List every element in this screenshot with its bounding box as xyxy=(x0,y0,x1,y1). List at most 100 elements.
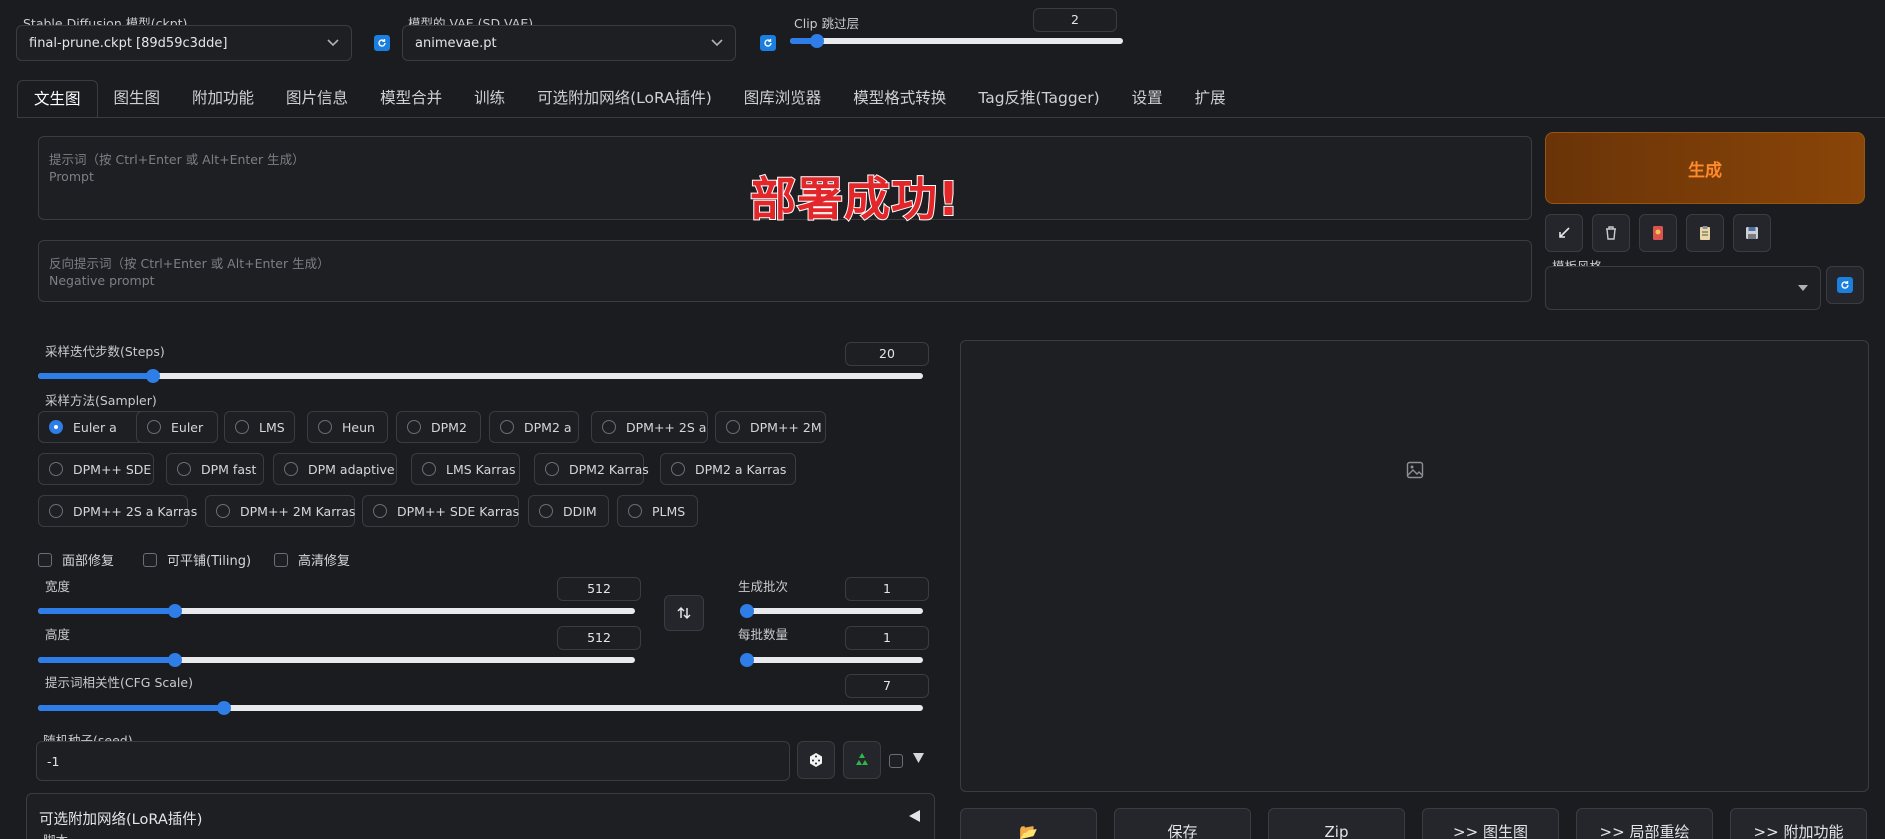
tab-9[interactable]: Tag反推(Tagger) xyxy=(962,80,1115,118)
tab-1[interactable]: 图生图 xyxy=(98,80,177,118)
tab-2[interactable]: 附加功能 xyxy=(176,80,270,118)
clip-skip-input[interactable]: 2 xyxy=(1033,8,1117,32)
refresh-style-button[interactable] xyxy=(1826,266,1864,304)
style-dropdown[interactable] xyxy=(1545,266,1821,310)
save-style-button[interactable] xyxy=(1733,214,1771,252)
radio-dot[interactable] xyxy=(147,420,161,434)
sampler-option[interactable]: LMS xyxy=(224,411,295,443)
radio-dot[interactable] xyxy=(49,504,63,518)
seed-input[interactable]: -1 xyxy=(36,741,790,781)
sampler-option[interactable]: DPM fast xyxy=(166,453,264,485)
sd-model-dropdown[interactable]: final-prune.ckpt [89d59c3dde] xyxy=(16,25,352,61)
tab-3[interactable]: 图片信息 xyxy=(270,80,364,118)
radio-dot[interactable] xyxy=(726,420,740,434)
sampler-option[interactable]: DPM++ SDE xyxy=(38,453,154,485)
open-folder-button[interactable]: 📂 xyxy=(960,808,1097,839)
send-to-img2img-button[interactable]: >> 图生图 xyxy=(1422,808,1559,839)
sampler-option[interactable]: DPM++ 2S a Karras xyxy=(38,495,197,527)
send-to-inpaint-label: >> 局部重绘 xyxy=(1599,823,1690,839)
refresh-model-icon[interactable] xyxy=(374,35,390,51)
face-restore-checkbox[interactable]: 面部修复 xyxy=(38,550,114,569)
zip-button[interactable]: Zip xyxy=(1268,808,1405,839)
radio-dot[interactable] xyxy=(671,462,685,476)
tab-7[interactable]: 图库浏览器 xyxy=(728,80,838,118)
refresh-vae-icon[interactable] xyxy=(760,35,776,51)
checkbox-box[interactable] xyxy=(38,552,52,567)
sampler-option[interactable]: DPM++ 2S a xyxy=(591,411,708,443)
radio-dot[interactable] xyxy=(284,462,298,476)
sampler-option[interactable]: DPM2 Karras xyxy=(534,453,649,485)
negative-prompt-textarea[interactable]: 反向提示词（按 Ctrl+Enter 或 Alt+Enter 生成） Negat… xyxy=(38,240,1532,302)
batch-count-slider[interactable] xyxy=(740,604,923,618)
paste-arrow-button[interactable] xyxy=(1545,214,1583,252)
sampler-option[interactable]: DPM++ 2M Karras xyxy=(205,495,355,527)
hires-fix-checkbox[interactable]: 高清修复 xyxy=(274,550,350,569)
sampler-option[interactable]: Euler xyxy=(136,411,218,443)
radio-dot[interactable] xyxy=(373,504,387,518)
swap-dimensions-button[interactable] xyxy=(664,595,704,631)
show-extra-networks-button[interactable] xyxy=(1639,214,1677,252)
tab-0[interactable]: 文生图 xyxy=(17,80,98,118)
send-to-inpaint-button[interactable]: >> 局部重绘 xyxy=(1576,808,1713,839)
tabs-divider xyxy=(17,117,1885,118)
tab-5[interactable]: 训练 xyxy=(458,80,521,118)
tab-8[interactable]: 模型格式转换 xyxy=(837,80,962,118)
generate-button[interactable]: 生成 xyxy=(1545,132,1865,204)
radio-dot[interactable] xyxy=(216,504,230,518)
cfg-scale-slider[interactable] xyxy=(38,701,923,715)
sampler-option[interactable]: PLMS xyxy=(617,495,698,527)
sampler-option[interactable]: DDIM xyxy=(528,495,609,527)
sampler-option[interactable]: DPM++ SDE Karras xyxy=(362,495,519,527)
steps-slider[interactable] xyxy=(38,369,923,383)
sampler-option[interactable]: Heun xyxy=(307,411,388,443)
radio-dot[interactable] xyxy=(602,420,616,434)
width-input[interactable]: 512 xyxy=(557,577,641,601)
radio-dot[interactable] xyxy=(628,504,642,518)
random-seed-button[interactable] xyxy=(797,741,835,779)
batch-size-input[interactable]: 1 xyxy=(845,626,929,650)
tab-10[interactable]: 设置 xyxy=(1116,80,1179,118)
radio-dot[interactable] xyxy=(422,462,436,476)
sampler-option[interactable]: Euler a xyxy=(38,411,150,443)
radio-dot[interactable] xyxy=(407,420,421,434)
tiling-checkbox[interactable]: 可平铺(Tiling) xyxy=(143,550,251,569)
radio-dot[interactable] xyxy=(235,420,249,434)
radio-dot[interactable] xyxy=(49,420,63,434)
sampler-option-label: PLMS xyxy=(652,503,686,519)
sampler-option[interactable]: DPM2 a xyxy=(489,411,579,443)
extra-seed-checkbox[interactable] xyxy=(889,754,903,768)
checkbox-box[interactable] xyxy=(143,552,157,567)
apply-style-button[interactable] xyxy=(1686,214,1724,252)
extra-seed-toggle[interactable] xyxy=(913,752,924,767)
sampler-option[interactable]: LMS Karras xyxy=(411,453,520,485)
batch-count-input[interactable]: 1 xyxy=(845,577,929,601)
save-button[interactable]: 保存 xyxy=(1114,808,1251,839)
clip-skip-slider[interactable] xyxy=(790,34,1123,48)
tab-6[interactable]: 可选附加网络(LoRA插件) xyxy=(521,80,728,118)
radio-dot[interactable] xyxy=(545,462,559,476)
height-slider[interactable] xyxy=(38,653,635,667)
width-slider[interactable] xyxy=(38,604,635,618)
radio-dot[interactable] xyxy=(500,420,514,434)
lora-accordion[interactable]: 可选附加网络(LoRA插件) 脚本 xyxy=(26,793,935,839)
tab-11[interactable]: 扩展 xyxy=(1179,80,1242,118)
radio-dot[interactable] xyxy=(539,504,553,518)
sampler-option[interactable]: DPM adaptive xyxy=(273,453,397,485)
reuse-seed-button[interactable] xyxy=(843,741,881,779)
checkbox-box[interactable] xyxy=(274,552,288,567)
radio-dot[interactable] xyxy=(49,462,63,476)
height-input[interactable]: 512 xyxy=(557,626,641,650)
vae-dropdown[interactable]: animevae.pt xyxy=(402,25,736,61)
steps-input[interactable]: 20 xyxy=(845,342,929,366)
sampler-option[interactable]: DPM++ 2M xyxy=(715,411,826,443)
batch-size-slider[interactable] xyxy=(740,653,923,667)
sampler-option[interactable]: DPM2 xyxy=(396,411,481,443)
sampler-option[interactable]: DPM2 a Karras xyxy=(660,453,796,485)
radio-dot[interactable] xyxy=(177,462,191,476)
collapse-triangle-icon[interactable] xyxy=(909,810,920,822)
clear-prompt-button[interactable] xyxy=(1592,214,1630,252)
radio-dot[interactable] xyxy=(318,420,332,434)
cfg-scale-input[interactable]: 7 xyxy=(845,674,929,698)
send-to-extras-button[interactable]: >> 附加功能 xyxy=(1730,808,1867,839)
tab-4[interactable]: 模型合并 xyxy=(364,80,458,118)
